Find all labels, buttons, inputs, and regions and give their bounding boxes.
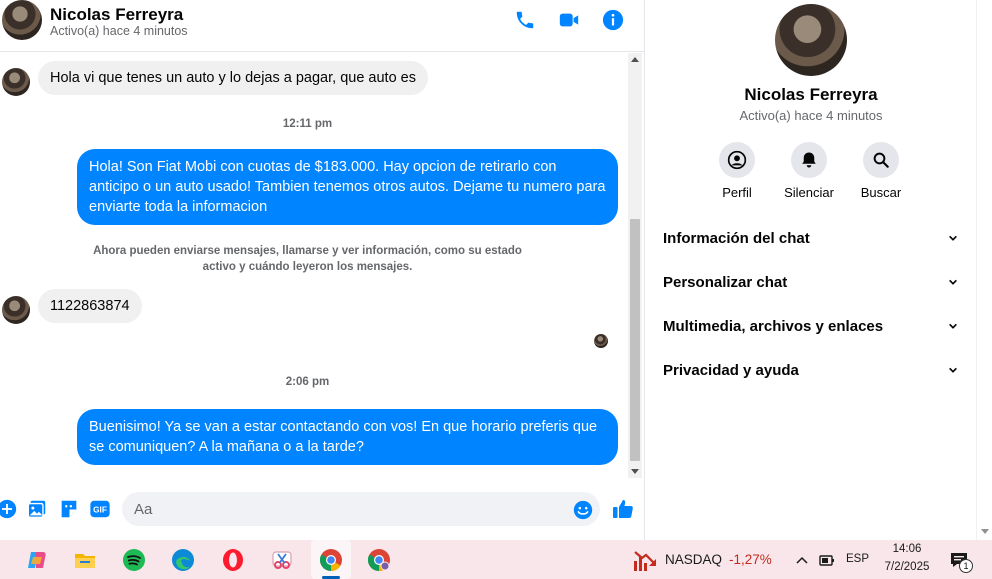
- sticker-icon[interactable]: [58, 498, 80, 520]
- sender-avatar[interactable]: [2, 68, 30, 96]
- snipping-tool-icon: [272, 550, 292, 569]
- profile-button-circle[interactable]: [719, 142, 755, 178]
- thumbs-up-icon[interactable]: [611, 497, 635, 521]
- notification-count-badge: 1: [959, 559, 973, 573]
- phone-call-icon[interactable]: [514, 9, 536, 31]
- incoming-message[interactable]: 1122863874: [38, 289, 142, 323]
- taskbar-file-explorer[interactable]: [65, 540, 105, 579]
- side-panel-scrollbar[interactable]: [976, 0, 992, 540]
- section-title: Información del chat: [663, 230, 810, 247]
- privacy-notice: Ahora pueden enviarse mensajes, llamarse…: [93, 245, 522, 273]
- message-timestamp: 12:11 pm: [282, 118, 333, 130]
- taskbar-chrome[interactable]: [311, 540, 351, 579]
- mute-button-label: Silenciar: [784, 185, 834, 200]
- section-title: Personalizar chat: [663, 274, 788, 291]
- search-button[interactable]: Buscar: [841, 142, 921, 200]
- taskbar-snipping-tool[interactable]: [262, 540, 302, 579]
- network-icon[interactable]: [818, 551, 836, 569]
- image-attach-icon[interactable]: [26, 498, 48, 520]
- section-title: Privacidad y ayuda: [663, 362, 799, 379]
- chevron-down-icon: [949, 323, 957, 329]
- gif-icon[interactable]: GIF: [89, 498, 111, 520]
- chevron-down-icon: [949, 279, 957, 285]
- profile-status: Activo(a) hace 4 minutos: [739, 108, 883, 123]
- contact-name[interactable]: Nicolas Ferreyra: [50, 5, 183, 25]
- profile-icon: [727, 150, 747, 170]
- section-media-files-links[interactable]: Multimedia, archivos y enlaces: [654, 307, 970, 347]
- seen-indicator-avatar: [594, 334, 608, 348]
- scroll-down-arrow-icon[interactable]: [631, 469, 639, 474]
- video-call-icon[interactable]: [558, 9, 580, 31]
- file-explorer-icon: [75, 553, 95, 568]
- copilot-icon: [28, 551, 46, 568]
- profile-button[interactable]: Perfil: [697, 142, 777, 200]
- outgoing-message[interactable]: Hola! Son Fiat Mobi con cuotas de $183.0…: [77, 149, 618, 225]
- taskbar-spotify[interactable]: [114, 540, 154, 579]
- scroll-up-arrow-icon[interactable]: [631, 57, 639, 62]
- info-icon[interactable]: [602, 9, 624, 31]
- profile-name: Nicolas Ferreyra: [744, 85, 878, 104]
- contact-avatar[interactable]: [2, 0, 42, 40]
- chat-pane: Nicolas Ferreyra Activo(a) hace 4 minuto…: [0, 0, 645, 540]
- chevron-down-icon: [949, 235, 957, 241]
- message-scrollbar[interactable]: [628, 53, 642, 478]
- svg-text:GIF: GIF: [93, 506, 107, 515]
- section-customize-chat[interactable]: Personalizar chat: [654, 263, 970, 303]
- taskbar-copilot[interactable]: [17, 540, 57, 579]
- profile-photo[interactable]: [775, 4, 847, 76]
- search-button-label: Buscar: [860, 185, 902, 200]
- messenger-window: Nicolas Ferreyra Activo(a) hace 4 minuto…: [0, 0, 992, 540]
- stock-ticker-name[interactable]: NASDAQ: [665, 552, 722, 567]
- message-input[interactable]: [122, 492, 600, 526]
- stock-ticker-change[interactable]: -1,27%: [729, 552, 772, 567]
- chevron-down-icon: [949, 367, 957, 373]
- conversation-details-panel: Nicolas Ferreyra Activo(a) hace 4 minuto…: [646, 0, 976, 540]
- section-privacy-help[interactable]: Privacidad y ayuda: [654, 351, 970, 391]
- scroll-down-arrow-icon[interactable]: [981, 529, 989, 534]
- mute-button-circle[interactable]: [791, 142, 827, 178]
- mute-button[interactable]: Silenciar: [769, 142, 849, 200]
- opera-icon: [223, 548, 243, 571]
- outgoing-message[interactable]: Buenisimo! Ya se van a estar contactando…: [77, 409, 618, 465]
- taskbar-chrome-profile[interactable]: [359, 540, 399, 579]
- message-timestamp: 2:06 pm: [285, 376, 330, 388]
- taskbar-edge[interactable]: [163, 540, 203, 579]
- incoming-message[interactable]: Hola vi que tenes un auto y lo dejas a p…: [38, 61, 428, 95]
- input-language[interactable]: ESP: [846, 553, 869, 565]
- plus-icon[interactable]: [0, 498, 18, 520]
- emoji-icon[interactable]: [572, 499, 594, 521]
- bell-icon: [802, 152, 816, 168]
- windows-taskbar: NASDAQ -1,27% ESP 14:06 7/2/2025 1: [0, 540, 992, 579]
- message-list[interactable]: Hola vi que tenes un auto y lo dejas a p…: [0, 53, 628, 478]
- taskbar-opera[interactable]: [213, 540, 253, 579]
- chrome-icon: [320, 548, 342, 571]
- scroll-thumb[interactable]: [630, 219, 640, 461]
- chevron-up-icon[interactable]: [795, 553, 809, 567]
- contact-status: Activo(a) hace 4 minutos: [50, 24, 188, 38]
- clock-time[interactable]: 14:06: [880, 543, 934, 555]
- composer-bar: GIF: [0, 486, 645, 534]
- spotify-icon: [123, 548, 145, 571]
- profile-button-label: Perfil: [722, 185, 752, 200]
- stock-down-icon[interactable]: [632, 547, 658, 573]
- clock-date[interactable]: 7/2/2025: [880, 561, 934, 573]
- search-icon: [873, 152, 889, 168]
- section-title: Multimedia, archivos y enlaces: [663, 318, 884, 335]
- chat-header: Nicolas Ferreyra Activo(a) hace 4 minuto…: [0, 0, 645, 52]
- section-chat-info[interactable]: Información del chat: [654, 219, 970, 259]
- chrome-profile-icon: [368, 548, 390, 571]
- sender-avatar[interactable]: [2, 296, 30, 324]
- edge-icon: [172, 548, 194, 571]
- search-button-circle[interactable]: [863, 142, 899, 178]
